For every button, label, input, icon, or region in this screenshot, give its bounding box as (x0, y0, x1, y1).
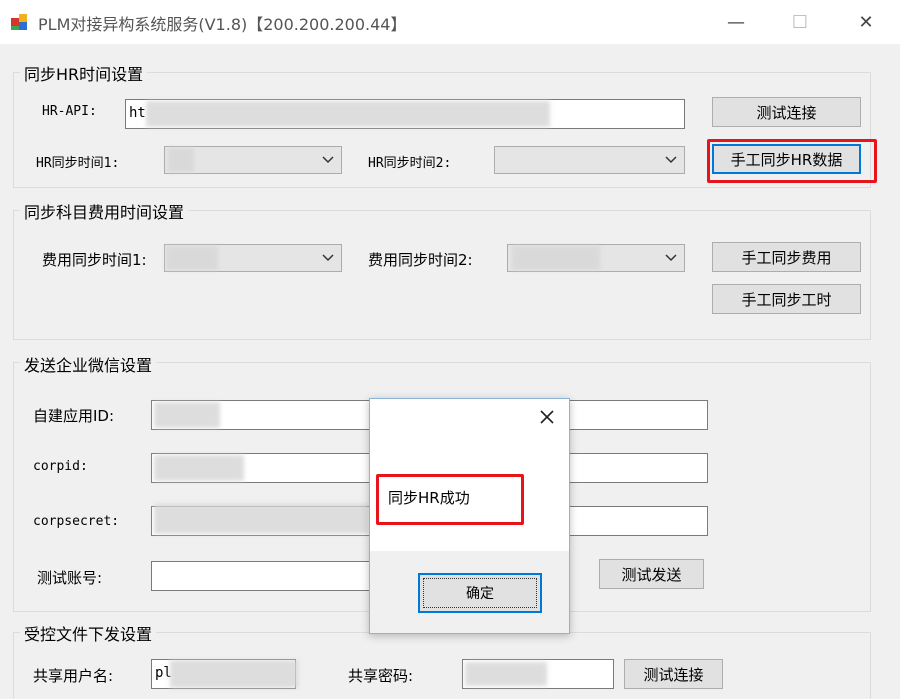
close-button[interactable]: ✕ (843, 6, 889, 38)
manual-sync-cost-button[interactable]: 手工同步费用 (712, 242, 861, 272)
hr-time2-label: HR同步时间2: (368, 156, 452, 171)
share-test-connection-button[interactable]: 测试连接 (624, 659, 723, 689)
cost-time1-label: 费用同步时间1: (42, 251, 147, 269)
corpid-label: corpid: (33, 459, 88, 474)
redacted-cost-time1 (166, 246, 218, 270)
hr-api-value: ht (129, 105, 146, 121)
wechat-group-label: 发送企业微信设置 (20, 352, 157, 376)
test-account-label: 测试账号: (37, 569, 103, 587)
title-bar: PLM对接异构系统服务(V1.8)【200.200.200.44】 — ☐ ✕ (0, 0, 900, 44)
redacted-corpid (154, 455, 244, 481)
hr-time1-label: HR同步时间1: (36, 156, 120, 171)
cost-sync-group (13, 210, 871, 340)
ok-button-label: 确定 (466, 586, 494, 602)
share-password-label: 共享密码: (348, 667, 414, 685)
hr-api-label: HR-API: (42, 104, 97, 119)
app-icon (11, 14, 27, 30)
corpsecret-label: corpsecret: (33, 514, 120, 529)
maximize-button[interactable]: ☐ (777, 6, 823, 38)
ok-button[interactable]: 确定 (418, 573, 542, 613)
redacted-share-password (465, 662, 547, 686)
cost-sync-group-label: 同步科目费用时间设置 (20, 199, 189, 223)
hr-sync-group-label: 同步HR时间设置 (20, 61, 148, 85)
chevron-down-icon (665, 254, 677, 262)
chevron-down-icon (322, 254, 334, 262)
window-title: PLM对接异构系统服务(V1.8)【200.200.200.44】 (38, 15, 407, 34)
maximize-icon: ☐ (791, 11, 809, 33)
hr-test-connection-button[interactable]: 测试连接 (712, 97, 861, 127)
manual-sync-hours-button[interactable]: 手工同步工时 (712, 284, 861, 314)
redacted-app-id (154, 402, 220, 428)
highlight-box-message (376, 474, 524, 525)
close-icon[interactable] (537, 407, 557, 427)
close-icon: ✕ (858, 11, 874, 33)
chevron-down-icon (322, 156, 334, 164)
redacted-share-user (170, 660, 298, 688)
file-distribution-group-label: 受控文件下发设置 (20, 621, 157, 645)
app-id-label: 自建应用ID: (33, 407, 115, 425)
redacted-hr-time1 (168, 148, 194, 172)
redacted-cost-time2 (512, 246, 600, 270)
test-send-button[interactable]: 测试发送 (599, 559, 704, 589)
minimize-icon: — (727, 11, 745, 33)
cost-time2-label: 费用同步时间2: (368, 251, 473, 269)
main-window: PLM对接异构系统服务(V1.8)【200.200.200.44】 — ☐ ✕ … (0, 0, 900, 699)
minimize-button[interactable]: — (713, 6, 759, 38)
highlight-box-sync-button (707, 139, 877, 183)
share-user-label: 共享用户名: (33, 667, 114, 685)
chevron-down-icon (665, 156, 677, 164)
redacted-corpsecret (154, 504, 369, 534)
redacted-hr-api (146, 101, 550, 127)
test-account-input[interactable] (151, 561, 371, 591)
hr-time2-select[interactable] (494, 146, 685, 174)
